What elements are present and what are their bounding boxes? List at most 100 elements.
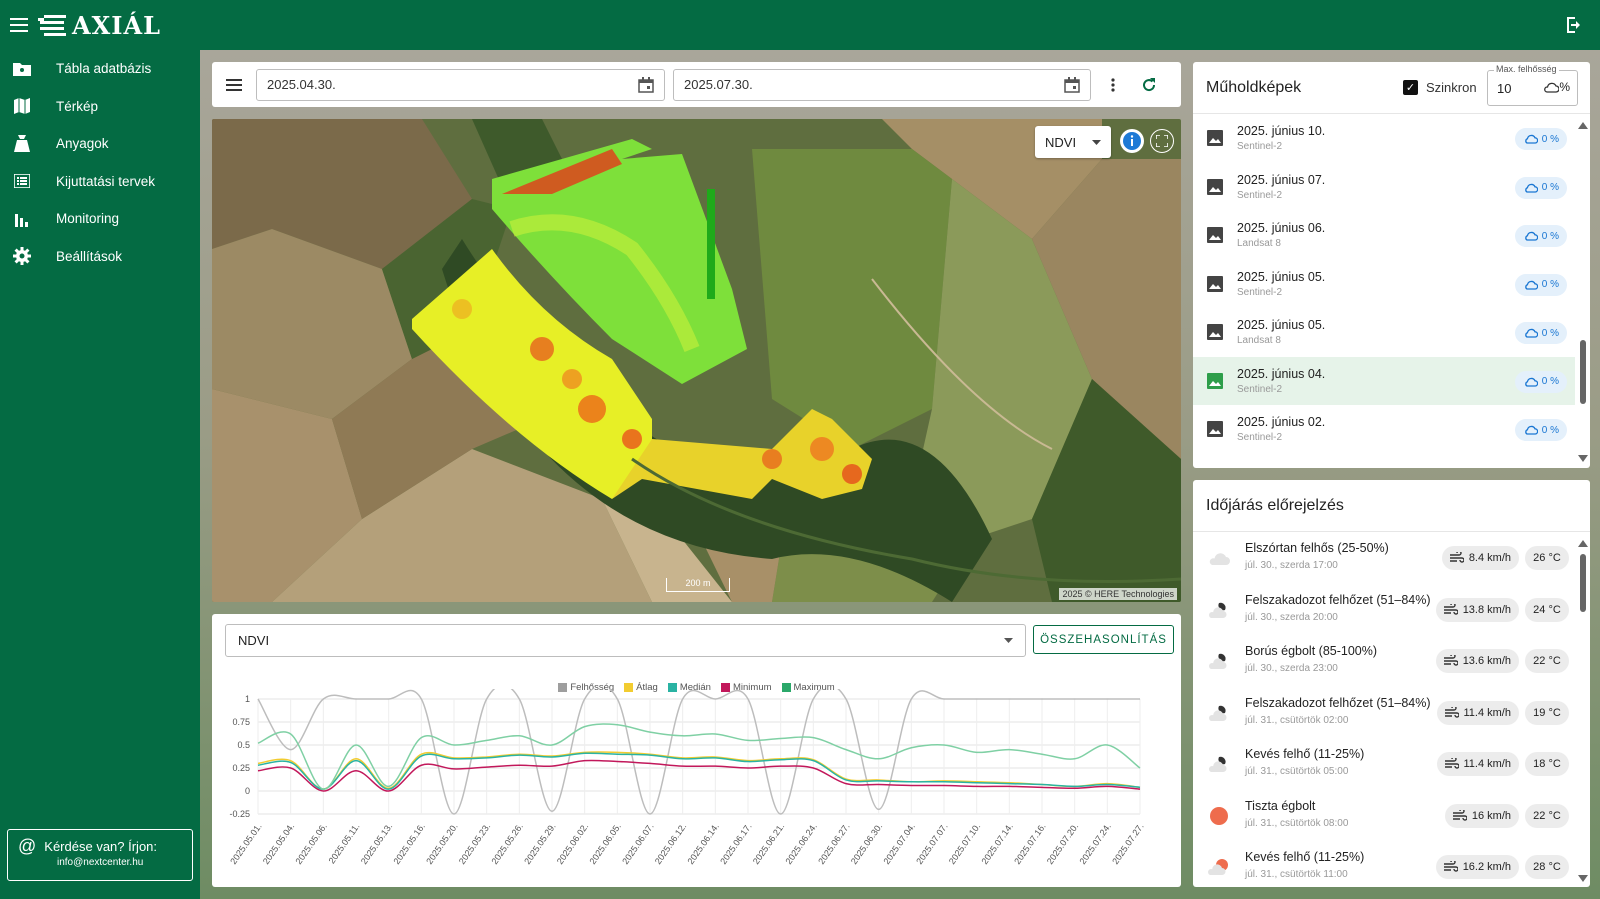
map-layer-select[interactable]: NDVI (1035, 126, 1111, 158)
data-point-maximum[interactable] (1139, 767, 1141, 769)
data-point-maximum[interactable] (289, 733, 291, 735)
sidebar-item-monitoring[interactable]: Monitoring (0, 200, 200, 238)
sidebar-item-anyagok[interactable]: Anyagok (0, 125, 200, 163)
data-point-felhosseg[interactable] (355, 698, 357, 700)
data-point-felhosseg[interactable] (518, 698, 520, 700)
data-point-minimum[interactable] (1073, 787, 1075, 789)
data-point-felhosseg[interactable] (257, 698, 259, 700)
data-point-felhosseg[interactable] (583, 698, 585, 700)
data-point-maximum[interactable] (1073, 758, 1075, 760)
data-point-minimum[interactable] (257, 770, 259, 772)
logout-button[interactable] (1562, 13, 1586, 37)
data-point-maximum[interactable] (681, 735, 683, 737)
satellite-image-item[interactable]: 2025. június 07. Sentinel-2 0 % (1193, 163, 1575, 212)
data-point-minimum[interactable] (1041, 786, 1043, 788)
data-point-minimum[interactable] (387, 790, 389, 792)
data-point-median[interactable] (551, 756, 553, 758)
data-point-felhosseg[interactable] (485, 698, 487, 700)
data-point-felhosseg[interactable] (747, 698, 749, 700)
data-point-minimum[interactable] (551, 765, 553, 767)
data-point-median[interactable] (616, 753, 618, 755)
data-point-felhosseg[interactable] (1139, 698, 1141, 700)
data-point-maximum[interactable] (845, 748, 847, 750)
data-point-median[interactable] (877, 780, 879, 782)
data-point-minimum[interactable] (812, 767, 814, 769)
data-point-minimum[interactable] (1139, 788, 1141, 790)
weather-forecast-list[interactable]: Elszórtan felhős (25-50%) júl. 30., szerd… (1193, 532, 1575, 887)
data-point-minimum[interactable] (289, 767, 291, 769)
data-point-median[interactable] (453, 758, 455, 760)
map-imagery[interactable] (212, 119, 1181, 602)
data-point-median[interactable] (583, 752, 585, 754)
series-line-felhosseg[interactable] (257, 689, 1140, 815)
data-point-median[interactable] (714, 757, 716, 759)
data-point-maximum[interactable] (812, 736, 814, 738)
data-point-median[interactable] (420, 755, 422, 757)
filter-menu-button[interactable] (220, 71, 248, 99)
data-point-maximum[interactable] (616, 724, 618, 726)
data-point-median[interactable] (257, 764, 259, 766)
data-point-felhosseg[interactable] (714, 698, 716, 700)
help-contact-box[interactable]: @ Kérdése van? Írjon: info@nextcenter.hu (7, 829, 193, 881)
data-point-minimum[interactable] (681, 765, 683, 767)
data-point-felhosseg[interactable] (910, 698, 912, 700)
more-options-button[interactable] (1099, 71, 1127, 99)
index-select[interactable]: NDVI (225, 624, 1026, 657)
data-point-felhosseg[interactable] (877, 808, 879, 810)
series-line-maximum[interactable] (257, 723, 1141, 790)
data-point-median[interactable] (812, 759, 814, 761)
data-point-median[interactable] (910, 781, 912, 783)
refresh-button[interactable] (1135, 71, 1163, 99)
checkbox-checked-icon[interactable]: ✓ (1403, 80, 1418, 95)
data-point-minimum[interactable] (616, 760, 618, 762)
sidebar-item-kijuttatasi-tervek[interactable]: Kijuttatási tervek (0, 163, 200, 201)
menu-toggle-button[interactable] (0, 0, 38, 50)
data-point-minimum[interactable] (845, 782, 847, 784)
data-point-median[interactable] (747, 760, 749, 762)
data-point-minimum[interactable] (975, 785, 977, 787)
scroll-down-arrow-icon[interactable] (1578, 875, 1588, 882)
satellite-image-item[interactable]: 2025. június 10. Sentinel-2 0 % (1193, 114, 1575, 163)
calendar-icon[interactable] (638, 76, 654, 93)
data-point-minimum[interactable] (420, 764, 422, 766)
data-point-maximum[interactable] (1041, 753, 1043, 755)
app-logo[interactable]: AXIÁL (38, 11, 161, 40)
data-point-minimum[interactable] (877, 783, 879, 785)
satellite-map[interactable]: NDVI 200 m 2025 © HERE Technologies (212, 119, 1181, 602)
sidebar-item-terkep[interactable]: Térkép (0, 88, 200, 126)
data-point-maximum[interactable] (779, 737, 781, 739)
data-point-maximum[interactable] (649, 731, 651, 733)
data-point-felhosseg[interactable] (616, 698, 618, 700)
data-point-felhosseg[interactable] (812, 698, 814, 700)
data-point-minimum[interactable] (910, 784, 912, 786)
data-point-median[interactable] (681, 758, 683, 760)
satellite-image-item[interactable]: 2025. június 05. Landsat 8 0 % (1193, 308, 1575, 357)
end-date-field[interactable]: 2025.07.30. (673, 68, 1091, 101)
data-point-minimum[interactable] (943, 784, 945, 786)
weather-list-scrollbar[interactable] (1578, 540, 1588, 882)
data-point-minimum[interactable] (714, 765, 716, 767)
data-point-median[interactable] (975, 782, 977, 784)
data-point-maximum[interactable] (975, 751, 977, 753)
data-point-felhosseg[interactable] (1073, 698, 1075, 700)
data-point-maximum[interactable] (714, 733, 716, 735)
data-point-minimum[interactable] (453, 768, 455, 770)
max-cloud-value[interactable]: 10 (1497, 81, 1511, 96)
data-point-felhosseg[interactable] (1008, 698, 1010, 700)
data-point-felhosseg[interactable] (387, 698, 389, 700)
max-cloud-input[interactable]: Max. felhősség 10 % (1487, 64, 1578, 106)
data-point-median[interactable] (649, 754, 651, 756)
sidebar-item-tabla-adatbazis[interactable]: Tábla adatbázis (0, 50, 200, 88)
data-point-median[interactable] (289, 761, 291, 763)
scroll-up-arrow-icon[interactable] (1578, 540, 1588, 547)
scrollbar-thumb[interactable] (1580, 340, 1586, 404)
data-point-maximum[interactable] (322, 788, 324, 790)
data-point-minimum[interactable] (1106, 785, 1108, 787)
data-point-felhosseg[interactable] (943, 698, 945, 700)
help-email[interactable]: info@nextcenter.hu (57, 857, 182, 868)
data-point-maximum[interactable] (583, 725, 585, 727)
data-point-median[interactable] (845, 779, 847, 781)
calendar-icon[interactable] (1064, 76, 1080, 93)
fullscreen-button[interactable] (1150, 129, 1174, 153)
data-point-maximum[interactable] (257, 742, 259, 744)
